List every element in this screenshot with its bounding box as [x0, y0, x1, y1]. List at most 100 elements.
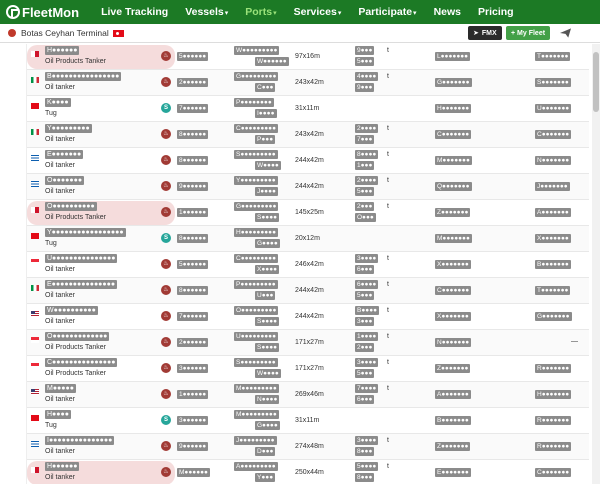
vessel-type: Tug: [45, 240, 57, 247]
vessel-name-link[interactable]: C●●●●●●●●●●●●●●●: [45, 358, 118, 367]
vessel-type: Tug: [45, 422, 57, 429]
vessel-name-link[interactable]: H●●●●●●: [45, 46, 80, 55]
nav-item-services[interactable]: Services▾: [294, 6, 342, 18]
fleetmon-logo[interactable]: FleetMon: [6, 5, 79, 20]
vessel-type: Oil tanker: [45, 396, 75, 403]
table-row[interactable]: U●●●●●●●●●●●●●●● Oil tanker ♨ 5●●●●●● C●●●●●…: [27, 252, 589, 278]
table-row[interactable]: I●●●●●●●●●●●●●●● Oil tanker ♨ 9●●●●●● J●●●●●…: [27, 434, 589, 460]
nav-item-ports[interactable]: Ports▾: [245, 6, 276, 18]
vessel-name-link[interactable]: Y●●●●●●●●●●●●●●●●●: [45, 228, 126, 237]
vessel-name-link[interactable]: O●●●●●●●●●●●●●: [45, 332, 110, 341]
tanker-icon: ♨: [161, 389, 171, 399]
vessel-type: Tug: [45, 110, 57, 117]
vessel-name-link[interactable]: Y●●●●●●●●●: [45, 124, 92, 133]
vessel-name-link[interactable]: W●●●●●●●●●●: [45, 306, 98, 315]
nav-item-vessels[interactable]: Vessels▾: [185, 6, 228, 18]
flag-icon: [31, 467, 39, 473]
nav-item-news[interactable]: News: [434, 6, 461, 18]
vessel-name-link[interactable]: O●●●●●●●: [45, 176, 85, 185]
nav-item-label: Ports: [245, 6, 273, 18]
tonnage-unit: t: [387, 73, 389, 80]
scrollbar[interactable]: [592, 44, 600, 484]
eta-secondary-value: P●●●: [255, 135, 276, 144]
vessel-name-link[interactable]: I●●●●●●●●●●●●●●●: [45, 436, 115, 445]
eta-secondary-value: D●●●: [255, 447, 276, 456]
table-row[interactable]: Y●●●●●●●●●●●●●●●●● Tug S 8●●●●●● H●●●●●●●●● G…: [27, 226, 589, 252]
vessel-dimensions: 97x16m: [295, 53, 320, 60]
nav-item-label: Live Tracking: [101, 6, 169, 18]
nav-item-label: News: [433, 6, 461, 18]
destination-value: U●●●●●●●: [535, 104, 572, 113]
table-row[interactable]: Y●●●●●●●●● Oil tanker ♨ 8●●●●●● C●●●●●●●●● P●…: [27, 122, 589, 148]
imo-value: 5●●●●●●: [177, 52, 209, 61]
eta-secondary-value: S●●●●: [255, 343, 280, 352]
tonnage-unit: t: [387, 47, 389, 54]
table-row[interactable]: E●●●●●●● Oil tanker ♨ 8●●●●●● S●●●●●●●●● W●●●…: [27, 148, 589, 174]
table-row[interactable]: H●●●●●● Oil Products Tanker ♨ 5●●●●●● W●●●●●…: [27, 44, 589, 70]
table-row[interactable]: M●●●●● Oil tanker ♨ 1●●●●●● M●●●●●●●●● N●●●● 2…: [27, 382, 589, 408]
eta-secondary-value: W●●●●: [255, 369, 281, 378]
eta-secondary-value: J●●●●: [255, 187, 278, 196]
table-row[interactable]: E●●●●●●●●●●●●●●● Oil tanker ♨ 8●●●●●● P●●●●●…: [27, 278, 589, 304]
nav-item-participate[interactable]: Participate▾: [358, 6, 416, 18]
vessel-dimensions: 145x25m: [295, 209, 324, 216]
destination-empty: —: [571, 338, 578, 345]
table-row[interactable]: C●●●●●●●●●●●●●●● Oil Products Tanker ♨ 3●●●…: [27, 356, 589, 382]
eta-secondary-value: N●●●●: [255, 395, 280, 404]
eta-value: W●●●●●●●●●: [234, 46, 280, 55]
tanker-icon: ♨: [161, 441, 171, 451]
eta-secondary-value: W●●●●: [255, 161, 281, 170]
eta-secondary-value: W●●●●●●: [255, 57, 289, 66]
gross-tonnage-value: 1●●●: [355, 161, 375, 170]
last-port-value: X●●●●●●●: [435, 260, 471, 269]
table-row[interactable]: H●●●●●● Oil tanker ♨ M●●●●●● A●●●●●●●●● Y●●● 2…: [27, 460, 589, 484]
vessel-dimensions: 31x11m: [295, 417, 320, 424]
send-icon[interactable]: [560, 28, 571, 38]
destination-value: C●●●●●●●: [535, 468, 572, 477]
table-row[interactable]: H●●●● Tug S 3●●●●●● M●●●●●●●●● G●●●● 31x11m B●●…: [27, 408, 589, 434]
gross-tonnage-value: 8●●●: [355, 473, 375, 482]
imo-value: 7●●●●●●: [177, 312, 209, 321]
vessel-dimensions: 31x11m: [295, 105, 320, 112]
last-port-value: C●●●●●●●: [435, 286, 472, 295]
imo-value: 9●●●●●●: [177, 182, 209, 191]
eta-secondary-value: U●●●: [255, 291, 276, 300]
imo-value: 3●●●●●●: [177, 416, 209, 425]
tonnage-unit: t: [387, 281, 389, 288]
eta-secondary-value: C●●●: [255, 83, 276, 92]
last-port-value: Q●●●●●●●: [435, 182, 472, 191]
flag-icon: [31, 441, 39, 447]
vessel-name-link[interactable]: B●●●●●●●●●●●●●●●●: [45, 72, 122, 81]
nav-item-label: Vessels: [185, 6, 224, 18]
table-row[interactable]: K●●●● Tug S 7●●●●●● P●●●●●●●● I●●●● 31x11m H●●●…: [27, 96, 589, 122]
vessel-name-link[interactable]: U●●●●●●●●●●●●●●●: [45, 254, 118, 263]
vessel-name-link[interactable]: E●●●●●●●: [45, 150, 84, 159]
table-row[interactable]: W●●●●●●●●●● Oil tanker ♨ 7●●●●●● O●●●●●●●●● S…: [27, 304, 589, 330]
vessel-name-link[interactable]: M●●●●●: [45, 384, 76, 393]
tonnage-unit: t: [387, 203, 389, 210]
last-port-value: C●●●●●●●: [435, 130, 472, 139]
scrollbar-thumb[interactable]: [593, 52, 599, 112]
port-marker-icon: [8, 29, 16, 37]
vessel-name-link[interactable]: O●●●●●●●●●●: [45, 202, 97, 211]
vessel-name-link[interactable]: K●●●●: [45, 98, 71, 107]
gross-tonnage-value: 3●●●: [355, 317, 375, 326]
my-fleet-button[interactable]: + My Fleet: [506, 26, 551, 40]
nav-item-live-tracking[interactable]: Live Tracking: [101, 6, 168, 18]
tanker-icon: ♨: [161, 259, 171, 269]
vessel-name-link[interactable]: H●●●●: [45, 410, 71, 419]
tanker-icon: ♨: [161, 467, 171, 477]
tonnage-unit: t: [387, 385, 389, 392]
table-row[interactable]: O●●●●●●●●●●●●● Oil Products Tanker ♨ 2●●●●●…: [27, 330, 589, 356]
last-port-value: H●●●●●●●: [435, 104, 472, 113]
table-row[interactable]: O●●●●●●● Oil tanker ♨ 9●●●●●● Y●●●●●●●●● J●●●…: [27, 174, 589, 200]
vessel-name-link[interactable]: E●●●●●●●●●●●●●●●: [45, 280, 118, 289]
tanker-icon: ♨: [161, 51, 171, 61]
gross-tonnage-value: 9●●●: [355, 83, 375, 92]
vessel-name-link[interactable]: H●●●●●●: [45, 462, 80, 471]
tanker-icon: ♨: [161, 311, 171, 321]
table-row[interactable]: B●●●●●●●●●●●●●●●● Oil tanker ♨ 2●●●●●● G●●●●…: [27, 70, 589, 96]
nav-item-pricing[interactable]: Pricing: [478, 6, 514, 18]
table-row[interactable]: O●●●●●●●●●● Oil Products Tanker ♨ 1●●●●●● G●…: [27, 200, 589, 226]
fmx-button[interactable]: ➤ FMX: [468, 26, 502, 40]
